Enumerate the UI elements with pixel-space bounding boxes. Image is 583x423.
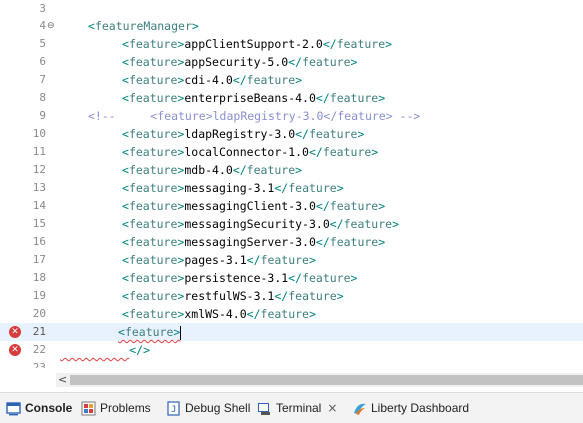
code-text: </> [129,343,151,357]
error-marker-icon[interactable]: ✕ [9,344,21,356]
code-text: <feature>messaging-3.1</feature> [122,181,344,195]
tab-problems[interactable]: Problems [81,393,151,423]
editor-line: 14 <feature>messagingClient-3.0</feature… [0,197,583,215]
code-text: <feature>appClientSupport-2.0</feature> [122,37,393,51]
line-number: 20 [32,307,46,320]
line-number: 8 [39,91,46,104]
line-number: 3 [39,2,46,15]
code-text: <feature>messagingServer-3.0</feature> [122,235,386,249]
editor-line: 23 [0,359,583,368]
editor-line: 18 <feature>persistence-3.1</feature> [0,269,583,287]
code-text: <feature>mdb-4.0</feature> [122,163,303,177]
console-icon [6,401,21,415]
line-number: 21 [32,325,46,338]
line-number: 18 [32,271,46,284]
tab-label: Debug Shell [185,401,251,415]
tab-liberty-dashboard[interactable]: Liberty Dashboard [352,393,469,423]
code-text: <feature>messagingClient-3.0</feature> [122,199,386,213]
code-text: <feature>messagingSecurity-3.0</feature> [122,217,400,231]
tab-terminal[interactable]: Terminal × [257,393,337,423]
error-marker-icon[interactable]: ✕ [9,326,21,338]
editor-line: 15 <feature>messagingSecurity-3.0</featu… [0,215,583,233]
problems-icon [81,401,96,415]
code-editor[interactable]: 3 4 ⊖ <featureManager> 5 <feature>appCli… [0,0,583,368]
line-number: 15 [32,217,46,230]
line-number: 23 [32,361,46,368]
svg-text:J: J [171,405,176,415]
liberty-dashboard-icon [354,403,366,415]
editor-line: 19 <feature>restfulWS-3.1</feature> [0,287,583,305]
scrollbar-thumb[interactable] [70,375,583,385]
code-text: <feature>cdi-4.0</feature> [122,73,303,87]
code-text: <feature>ldapRegistry-3.0</feature> [122,127,365,141]
line-number: 6 [39,55,46,68]
tab-label: Console [25,401,73,415]
code-text: <feature>xmlWS-4.0</feature> [122,307,316,321]
line-number: 4 [39,19,46,32]
editor-line: 7 <feature>cdi-4.0</feature> [0,71,583,89]
editor-line: 17 <feature>pages-3.1</feature> [0,251,583,269]
code-text: <featureManager> [88,19,199,33]
tab-debug-shell[interactable]: J Debug Shell [166,393,250,423]
editor-line: 20 <feature>xmlWS-4.0</feature> [0,305,583,323]
line-number: 5 [39,37,46,50]
code-text: <feature>pages-3.1</feature> [122,253,316,267]
line-number: 9 [39,109,46,122]
editor-line-current: ✕ 21 <feature> [0,323,583,341]
editor-line: 3 [0,0,583,18]
scroll-left-arrow-icon[interactable]: < [58,373,67,387]
code-text: <feature>restfulWS-3.1</feature> [122,289,344,303]
tab-label: Problems [100,401,151,415]
code-text: <feature>enterpriseBeans-4.0</feature> [122,91,386,105]
tab-label: Liberty Dashboard [371,401,470,415]
editor-line: 10 <feature>ldapRegistry-3.0</feature> [0,125,583,143]
editor-line: 8 <feature>enterpriseBeans-4.0</feature> [0,89,583,107]
fold-collapse-icon[interactable]: ⊖ [47,17,55,35]
line-number: 13 [32,181,46,194]
bottom-panel-tabs: Console Problems J Debug Shell Terminal … [0,392,583,423]
line-number: 16 [32,235,46,248]
line-number: 14 [32,199,46,212]
text-caret [180,325,182,340]
line-number: 7 [39,73,46,86]
editor-line: 13 <feature>messaging-3.1</feature> [0,179,583,197]
code-text: <feature>persistence-3.1</feature> [122,271,358,285]
editor-line: 6 <feature>appSecurity-5.0</feature> [0,53,583,71]
line-number: 17 [32,253,46,266]
line-number: 12 [32,163,46,176]
editor-line: 11 <feature>localConnector-1.0</feature> [0,143,583,161]
tab-label: Terminal [276,401,322,415]
line-number: 19 [32,289,46,302]
line-number: 11 [32,145,46,158]
editor-line: 16 <feature>messagingServer-3.0</feature… [0,233,583,251]
editor-line: ✕ 22 </> [0,341,583,359]
code-comment: <!-- <feature>ldapRegistry-3.0</feature>… [88,109,421,123]
code-text: <feature> [118,325,182,340]
line-number: 22 [32,343,46,356]
line-number: 10 [32,127,46,140]
code-text: <feature>appSecurity-5.0</feature> [122,55,358,69]
code-text: <feature>localConnector-1.0</feature> [122,145,379,159]
debug-shell-icon: J [167,400,180,416]
editor-line: 5 <feature>appClientSupport-2.0</feature… [0,35,583,53]
editor-line: 9 <!-- <feature>ldapRegistry-3.0</featur… [0,107,583,125]
tab-console[interactable]: Console [6,393,72,423]
horizontal-scrollbar[interactable]: < [56,373,583,387]
terminal-icon [258,402,270,415]
editor-line: 12 <feature>mdb-4.0</feature> [0,161,583,179]
editor-line: 4 ⊖ <featureManager> [0,17,583,35]
close-icon[interactable]: × [327,401,337,415]
